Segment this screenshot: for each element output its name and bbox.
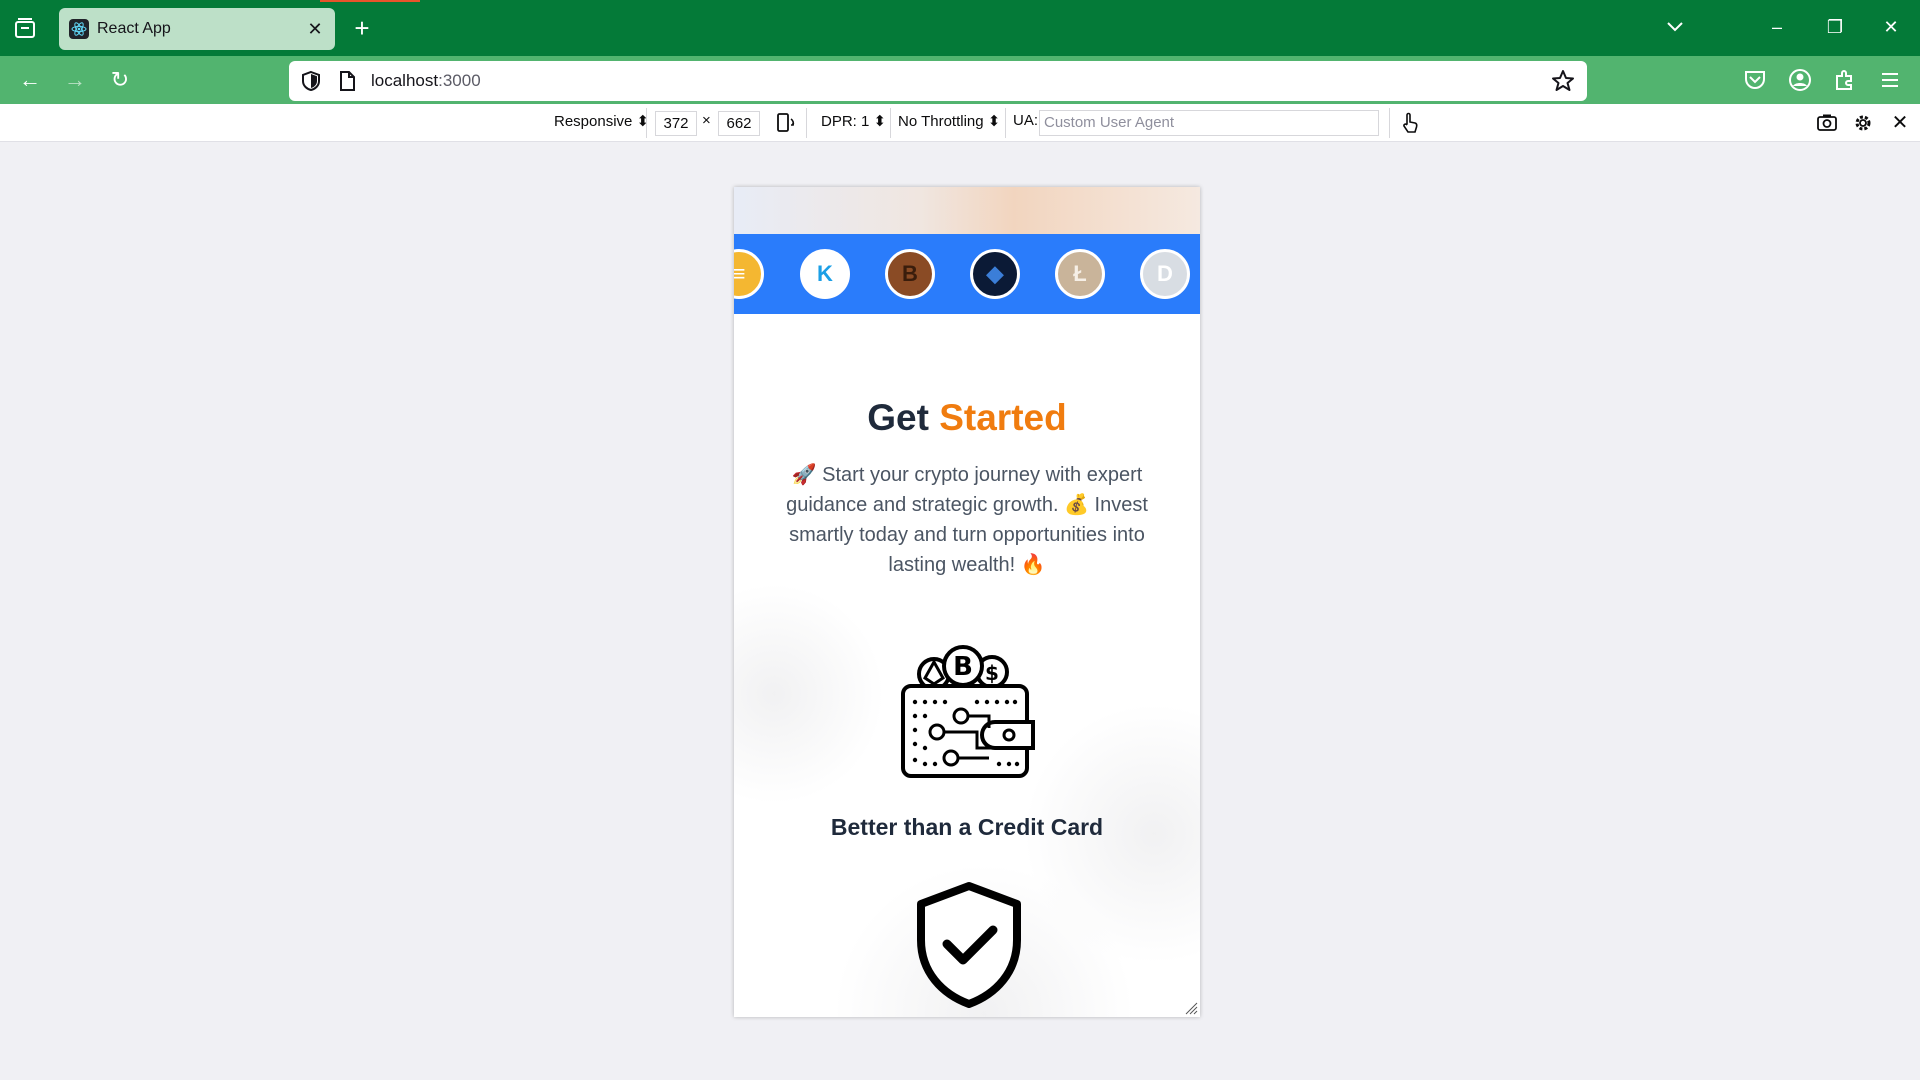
responsive-design-toolbar: Responsive ⬍ 372 × 662 DPR: 1 ⬍ No Throt… — [0, 104, 1920, 142]
ethereum-coin-icon: ◆ — [970, 249, 1020, 299]
dpr-selector-label: DPR: 1 — [821, 113, 870, 130]
ua-label: UA: — [1013, 112, 1039, 129]
section-heading: Get Started — [734, 397, 1200, 439]
restore-icon[interactable]: ❐ — [1820, 12, 1850, 42]
svg-text:B: B — [953, 652, 973, 682]
close-window-icon[interactable]: ✕ — [1876, 12, 1906, 42]
touch-simulation-icon[interactable] — [1399, 111, 1421, 135]
heading-main: Get — [867, 397, 929, 438]
minimize-icon[interactable]: – — [1762, 12, 1792, 42]
divider — [890, 108, 891, 138]
throttling-selector-label: No Throttling — [898, 113, 984, 130]
tab-react-app[interactable]: React App ✕ — [59, 8, 335, 50]
litecoin-coin-icon: Ł — [1055, 249, 1105, 299]
device-selector[interactable]: Responsive ⬍ — [554, 112, 649, 130]
dpr-selector[interactable]: DPR: 1 ⬍ — [821, 112, 886, 130]
firefox-view-button[interactable] — [10, 16, 40, 42]
url-host: localhost — [371, 71, 439, 90]
crypto-wallet-icon: $ B — [901, 645, 1035, 778]
tab-title: React App — [97, 20, 171, 37]
pocket-icon[interactable] — [1741, 66, 1769, 94]
menu-icon[interactable] — [1876, 66, 1904, 94]
navigation-toolbar: ← → ↻ localhost:3000 — [0, 56, 1920, 104]
feature-title: Better than a Credit Card — [830, 814, 1104, 840]
tab-strip: React App ✕ + – ❐ ✕ — [0, 0, 1920, 56]
dash-coin-icon: D — [1140, 249, 1190, 299]
url-port: :3000 — [438, 71, 481, 90]
shield-check-icon — [917, 882, 1021, 1008]
hero-image — [734, 187, 1200, 234]
settings-gear-icon[interactable] — [1852, 112, 1874, 134]
list-all-tabs-icon[interactable] — [1660, 12, 1690, 42]
throttling-selector[interactable]: No Throttling ⬍ — [898, 112, 1000, 130]
back-icon[interactable]: ← — [15, 65, 45, 95]
divider — [646, 108, 647, 138]
divider — [1389, 108, 1390, 138]
extensions-icon[interactable] — [1831, 66, 1859, 94]
new-tab-button[interactable]: + — [350, 12, 374, 44]
tracking-protection-icon[interactable] — [299, 69, 323, 93]
divider — [1005, 108, 1006, 138]
forward-icon[interactable]: → — [60, 65, 90, 95]
dimension-separator: × — [702, 112, 711, 129]
svg-text:$: $ — [985, 661, 999, 685]
page-info-icon[interactable] — [337, 70, 357, 92]
viewport-height-input[interactable]: 662 — [718, 111, 760, 136]
kucoin-coin-icon: K — [800, 249, 850, 299]
close-rdm-icon[interactable]: ✕ — [1889, 110, 1911, 134]
tab-progress-indicator — [320, 0, 420, 2]
bitcoin-coin-icon: B — [885, 249, 935, 299]
tab-close-icon[interactable]: ✕ — [305, 19, 325, 40]
dai-coin-icon: ≡ — [734, 249, 764, 299]
coin-marquee: ≡ K B ◆ Ł D — [734, 234, 1200, 314]
section-description: 🚀 Start your crypto journey with expert … — [786, 464, 1148, 576]
account-icon[interactable] — [1786, 66, 1814, 94]
url-text[interactable]: localhost:3000 — [371, 71, 481, 91]
viewport-resize-handle[interactable] — [1184, 1001, 1198, 1015]
rotate-viewport-icon[interactable] — [775, 111, 797, 135]
emulated-viewport: ≡ K B ◆ Ł D Get Started 🚀 Start your cry… — [734, 187, 1200, 1017]
device-selector-label: Responsive — [554, 113, 633, 130]
screenshot-icon[interactable] — [1816, 112, 1838, 134]
firefox-view-icon — [15, 18, 35, 38]
react-favicon-icon — [69, 19, 89, 39]
heading-accent: Started — [939, 397, 1067, 438]
url-bar[interactable]: localhost:3000 — [289, 61, 1587, 101]
divider — [806, 108, 807, 138]
reload-icon[interactable]: ↻ — [105, 65, 135, 95]
viewport-width-input[interactable]: 372 — [655, 111, 697, 136]
user-agent-input[interactable]: Custom User Agent — [1039, 110, 1379, 136]
bookmark-star-icon[interactable] — [1551, 69, 1575, 93]
